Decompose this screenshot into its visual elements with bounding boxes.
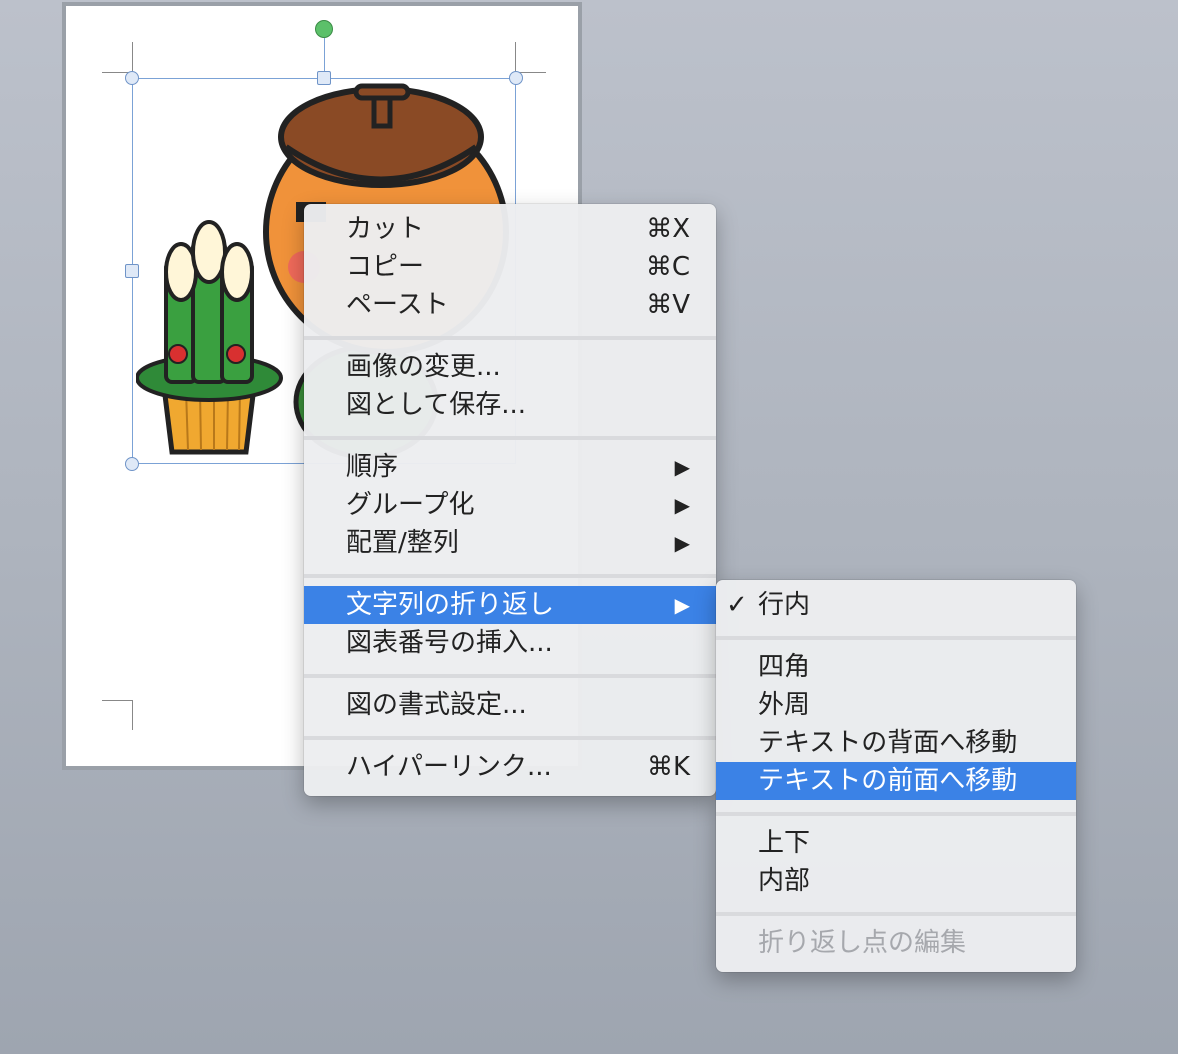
submenu-item-in-front-of-text[interactable]: テキストの前面へ移動 <box>716 762 1076 800</box>
menu-separator <box>716 812 1076 816</box>
menu-item-arrange-align[interactable]: 配置/整列 ▶ <box>304 524 716 562</box>
submenu-item-tight[interactable]: 外周 <box>716 686 1076 724</box>
crop-mark <box>102 700 132 701</box>
resize-handle-top-left[interactable] <box>125 71 139 85</box>
shortcut-label: ⌘C <box>645 252 690 282</box>
shortcut-label: ⌘V <box>646 290 690 320</box>
menu-item-label: カット <box>346 214 425 244</box>
menu-item-label: コピー <box>346 252 425 282</box>
submenu-item-label: 内部 <box>758 866 811 896</box>
menu-item-label: 配置/整列 <box>346 528 459 558</box>
menu-item-label: 順序 <box>346 452 399 482</box>
submenu-item-square[interactable]: 四角 <box>716 648 1076 686</box>
submenu-item-label: 四角 <box>758 652 811 682</box>
submenu-arrow-icon: ▶ <box>674 593 690 617</box>
submenu-arrow-icon: ▶ <box>674 531 690 555</box>
menu-item-paste[interactable]: ペースト ⌘V <box>304 286 716 324</box>
submenu-item-label: 上下 <box>758 828 811 858</box>
submenu-item-top-and-bottom[interactable]: 上下 <box>716 824 1076 862</box>
rotation-handle[interactable] <box>315 20 333 38</box>
menu-separator <box>304 436 716 440</box>
menu-item-label: 画像の変更... <box>346 352 501 382</box>
resize-handle-bottom-left[interactable] <box>125 457 139 471</box>
menu-item-label: ハイパーリンク... <box>346 752 552 782</box>
menu-separator <box>716 636 1076 640</box>
menu-item-order[interactable]: 順序 ▶ <box>304 448 716 486</box>
submenu-item-label: 行内 <box>758 590 811 620</box>
menu-item-save-as-picture[interactable]: 図として保存... <box>304 386 716 424</box>
submenu-item-behind-text[interactable]: テキストの背面へ移動 <box>716 724 1076 762</box>
shortcut-label: ⌘K <box>646 752 690 782</box>
submenu-item-label: 折り返し点の編集 <box>758 928 967 958</box>
resize-handle-left[interactable] <box>125 264 139 278</box>
menu-item-group[interactable]: グループ化 ▶ <box>304 486 716 524</box>
menu-item-label: グループ化 <box>346 490 475 520</box>
resize-handle-top[interactable] <box>317 71 331 85</box>
checkmark-icon: ✓ <box>726 590 748 620</box>
crop-mark <box>132 700 133 730</box>
menu-item-cut[interactable]: カット ⌘X <box>304 210 716 248</box>
menu-separator <box>304 336 716 340</box>
menu-item-format-picture[interactable]: 図の書式設定... <box>304 686 716 724</box>
submenu-item-inline[interactable]: ✓ 行内 <box>716 586 1076 624</box>
menu-item-label: 図表番号の挿入... <box>346 628 553 658</box>
context-menu: カット ⌘X コピー ⌘C ペースト ⌘V 画像の変更... 図として保存...… <box>304 204 716 796</box>
menu-separator <box>716 912 1076 916</box>
menu-separator <box>304 674 716 678</box>
menu-item-change-picture[interactable]: 画像の変更... <box>304 348 716 386</box>
menu-item-label: 図の書式設定... <box>346 690 527 720</box>
submenu-arrow-icon: ▶ <box>674 455 690 479</box>
menu-separator <box>304 736 716 740</box>
resize-handle-top-right[interactable] <box>509 71 523 85</box>
menu-item-label: 文字列の折り返し <box>346 590 555 620</box>
menu-item-hyperlink[interactable]: ハイパーリンク... ⌘K <box>304 748 716 786</box>
menu-item-wrap-text[interactable]: 文字列の折り返し ▶ <box>304 586 716 624</box>
submenu-item-through[interactable]: 内部 <box>716 862 1076 900</box>
shortcut-label: ⌘X <box>646 214 690 244</box>
menu-item-label: 図として保存... <box>346 390 527 420</box>
wrap-text-submenu: ✓ 行内 四角 外周 テキストの背面へ移動 テキストの前面へ移動 上下 内部 折… <box>716 580 1076 972</box>
menu-item-insert-caption[interactable]: 図表番号の挿入... <box>304 624 716 662</box>
submenu-item-label: テキストの背面へ移動 <box>758 728 1018 758</box>
menu-separator <box>304 574 716 578</box>
submenu-arrow-icon: ▶ <box>674 493 690 517</box>
submenu-item-label: テキストの前面へ移動 <box>758 766 1018 796</box>
menu-item-label: ペースト <box>346 290 449 320</box>
submenu-item-label: 外周 <box>758 690 811 720</box>
submenu-item-edit-wrap-points: 折り返し点の編集 <box>716 924 1076 962</box>
menu-item-copy[interactable]: コピー ⌘C <box>304 248 716 286</box>
